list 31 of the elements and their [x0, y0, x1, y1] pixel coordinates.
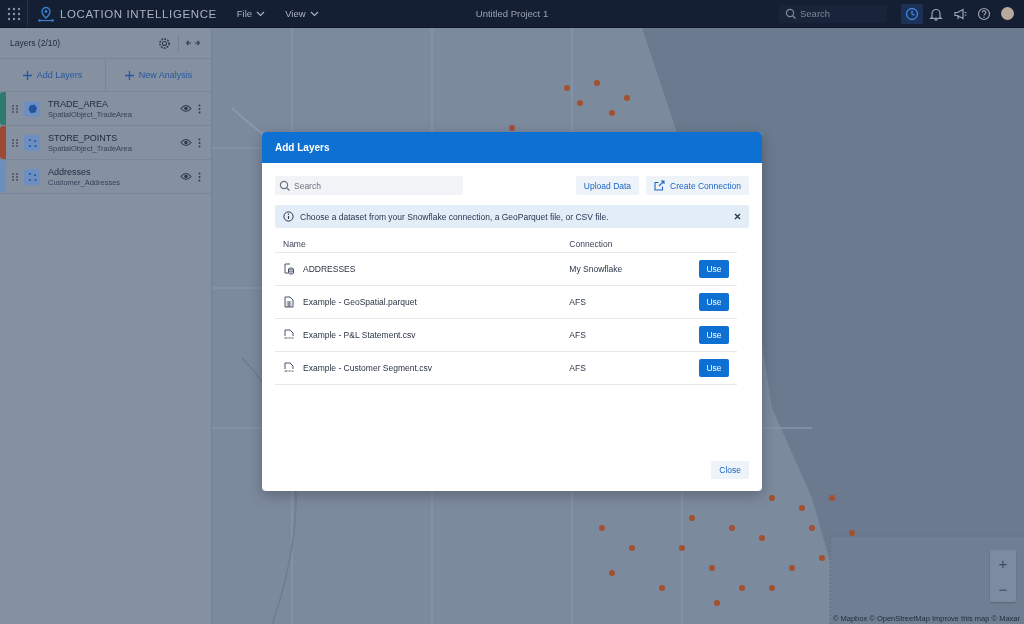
layer-name: TRADE_AREA — [48, 98, 110, 109]
dataset-name: Example - P&L Statement.csv — [303, 330, 416, 340]
connection-cell: AFS — [561, 285, 681, 319]
column-header: Connection — [561, 236, 681, 253]
dialog-title: Add Layers — [262, 132, 762, 163]
menu-button[interactable]: File — [236, 8, 266, 19]
create-connection-button[interactable]: Create Connection — [646, 176, 749, 195]
use-button[interactable]: Use — [699, 293, 729, 311]
app-name: LOCATION INTELLIGENCE — [60, 7, 217, 20]
zoom-out-button[interactable]: − — [990, 576, 1016, 602]
dataset-name: Example - Customer Segment.csv — [303, 363, 432, 373]
connection-cell: My Snowflake — [561, 252, 681, 286]
info-text: Choose a dataset from your Snowflake connection, a GeoParquet file, or CSV file. — [300, 211, 610, 222]
search-field[interactable]: Search — [779, 4, 887, 23]
layer-name: STORE_POINTS — [48, 132, 119, 143]
dataset-name: Example - GeoSpatial.parquet — [303, 297, 417, 307]
use-button[interactable]: Use — [699, 359, 729, 377]
connection-cell: AFS — [561, 318, 681, 352]
zoom-in-button[interactable]: + — [990, 550, 1016, 576]
menu-button[interactable]: View — [285, 8, 319, 19]
project-title: Untitled Project 1 — [475, 8, 549, 19]
layer-name: Addresses — [48, 166, 92, 177]
column-header: Name — [275, 236, 562, 253]
connection-cell: AFS — [561, 351, 681, 385]
upload-data-button[interactable]: Upload Data — [575, 176, 640, 195]
search-field[interactable]: Search — [275, 176, 463, 195]
dataset-name: ADDRESSES — [303, 264, 356, 274]
close-button[interactable]: Close — [711, 461, 749, 479]
panel-title: Layers (2/10) — [10, 38, 62, 48]
use-button[interactable]: Use — [699, 326, 729, 344]
use-button[interactable]: Use — [699, 260, 729, 278]
